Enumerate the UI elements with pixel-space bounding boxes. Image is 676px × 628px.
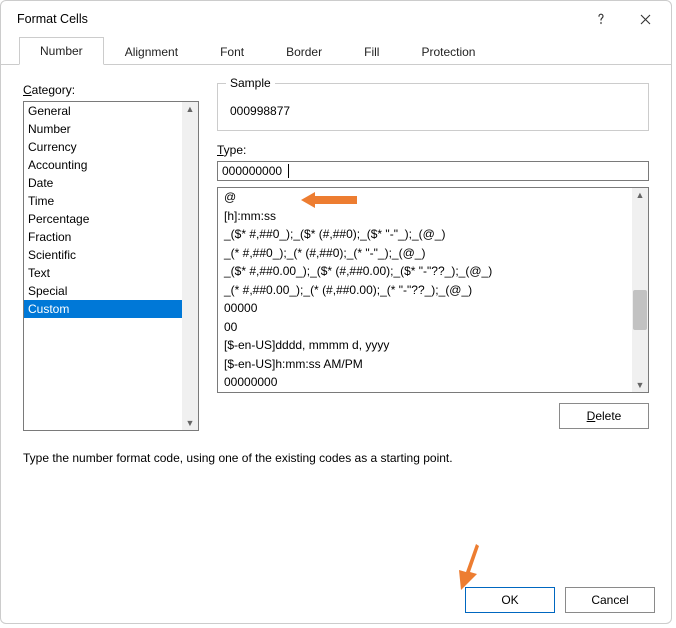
type-list-item[interactable]: 00	[218, 318, 632, 337]
type-list-item[interactable]: _(* #,##0.00_);_(* (#,##0.00);_(* "-"??_…	[218, 281, 632, 300]
type-scrollbar[interactable]: ▲ ▼	[632, 188, 648, 392]
info-text: Type the number format code, using one o…	[1, 441, 671, 475]
sample-value: 000998877	[228, 104, 638, 118]
category-item[interactable]: Date	[24, 174, 182, 192]
type-list-item[interactable]: @	[218, 188, 632, 207]
annotation-arrow-icon	[451, 544, 479, 590]
category-item[interactable]: Accounting	[24, 156, 182, 174]
category-label: Category:	[23, 83, 199, 97]
type-list-item[interactable]: [$-en-US]h:mm:ss AM/PM	[218, 355, 632, 374]
type-list-item[interactable]: [$-en-US]dddd, mmmm d, yyyy	[218, 336, 632, 355]
tab-protection[interactable]: Protection	[400, 38, 496, 65]
category-item[interactable]: Time	[24, 192, 182, 210]
type-list-item[interactable]: 00000	[218, 299, 632, 318]
tab-body: Category: General Number Currency Accoun…	[1, 65, 671, 441]
dialog-footer: OK Cancel	[465, 587, 655, 613]
tabs-bar: Number Alignment Font Border Fill Protec…	[1, 37, 671, 65]
category-item[interactable]: Currency	[24, 138, 182, 156]
scroll-up-icon: ▲	[632, 188, 648, 202]
format-cells-dialog: Format Cells Number Alignment Font Borde…	[0, 0, 672, 624]
ok-button[interactable]: OK	[465, 587, 555, 613]
scroll-down-icon: ▼	[632, 378, 648, 392]
cancel-button[interactable]: Cancel	[565, 587, 655, 613]
type-list-item[interactable]: _($* #,##0.00_);_($* (#,##0.00);_($* "-"…	[218, 262, 632, 281]
category-item[interactable]: Fraction	[24, 228, 182, 246]
type-list-item[interactable]: _($* #,##0_);_($* (#,##0);_($* "-"_);_(@…	[218, 225, 632, 244]
close-button[interactable]	[623, 4, 667, 34]
sample-groupbox: Sample 000998877	[217, 83, 649, 131]
category-item[interactable]: Text	[24, 264, 182, 282]
category-listbox[interactable]: General Number Currency Accounting Date …	[23, 101, 199, 431]
category-item-custom[interactable]: Custom	[24, 300, 182, 318]
text-caret	[288, 164, 289, 178]
tab-alignment[interactable]: Alignment	[104, 38, 199, 65]
scroll-up-icon: ▲	[182, 102, 198, 116]
category-item[interactable]: Scientific	[24, 246, 182, 264]
tab-number[interactable]: Number	[19, 37, 104, 65]
tab-border[interactable]: Border	[265, 38, 343, 65]
titlebar: Format Cells	[1, 1, 671, 37]
scroll-down-icon: ▼	[182, 416, 198, 430]
help-button[interactable]	[579, 4, 623, 34]
category-item[interactable]: Special	[24, 282, 182, 300]
category-scrollbar[interactable]: ▲ ▼	[182, 102, 198, 430]
scrollbar-thumb[interactable]	[633, 290, 647, 330]
category-item[interactable]: Number	[24, 120, 182, 138]
sample-label: Sample	[226, 76, 275, 90]
type-input[interactable]	[217, 161, 649, 181]
type-list-item[interactable]: [h]:mm:ss	[218, 207, 632, 226]
dialog-title: Format Cells	[17, 12, 579, 26]
type-label: Type:	[217, 143, 649, 157]
category-item[interactable]: General	[24, 102, 182, 120]
type-list-item[interactable]: 00000000	[218, 373, 632, 392]
category-item[interactable]: Percentage	[24, 210, 182, 228]
tab-font[interactable]: Font	[199, 38, 265, 65]
delete-button[interactable]: Delete	[559, 403, 649, 429]
type-list-item[interactable]: _(* #,##0_);_(* (#,##0);_(* "-"_);_(@_)	[218, 244, 632, 263]
type-list-item-selected[interactable]: 000000000	[218, 392, 632, 393]
type-listbox[interactable]: @ [h]:mm:ss _($* #,##0_);_($* (#,##0);_(…	[217, 187, 649, 393]
tab-fill[interactable]: Fill	[343, 38, 400, 65]
